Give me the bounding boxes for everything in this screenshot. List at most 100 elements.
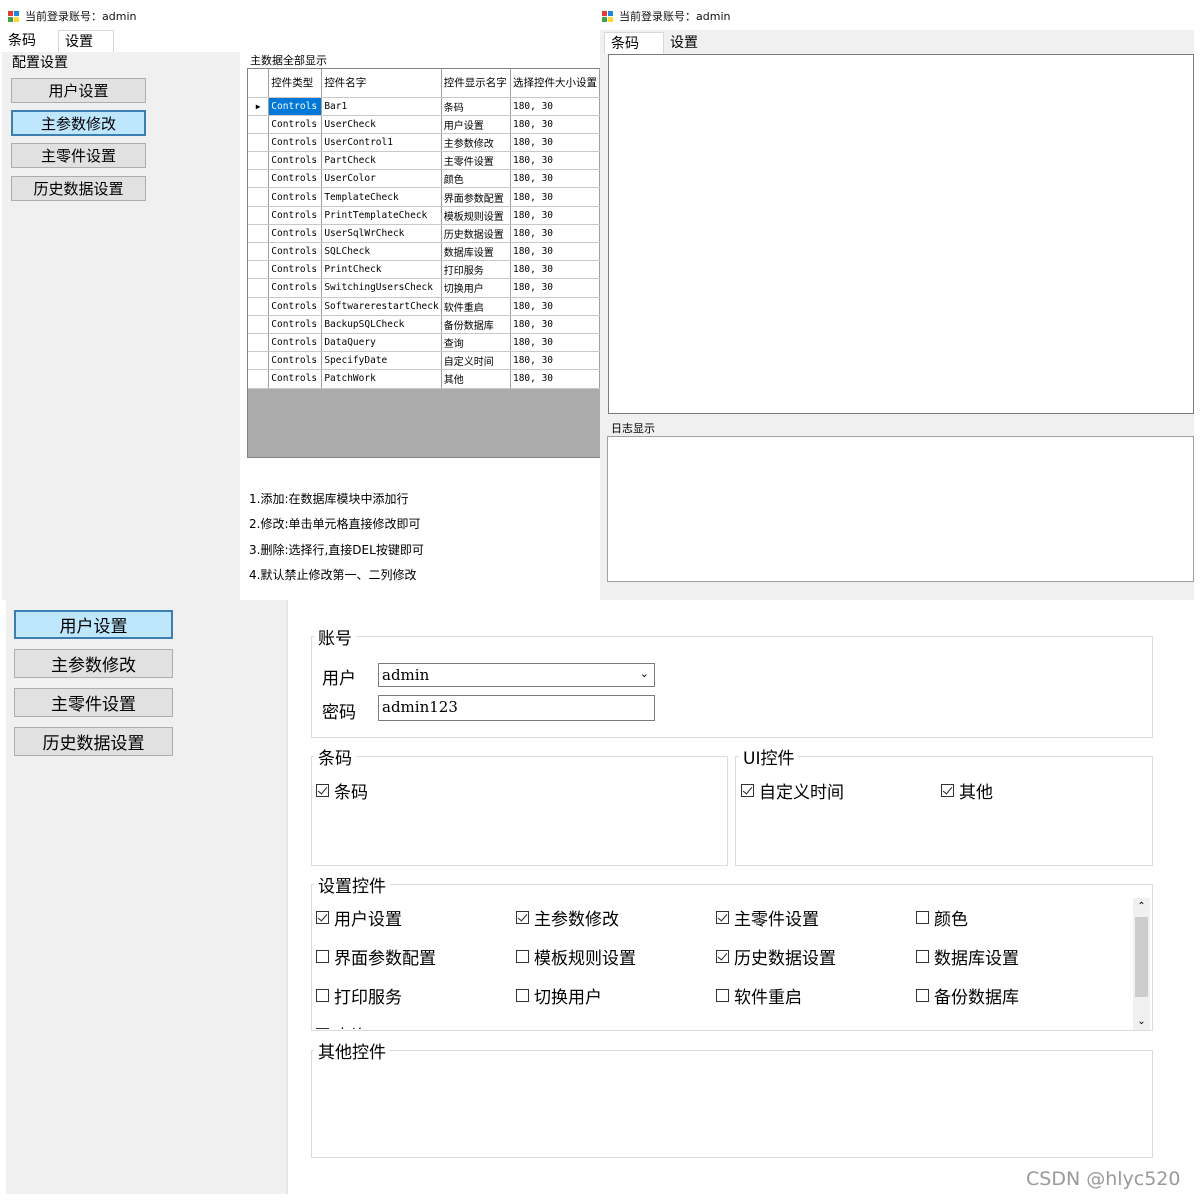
password-field[interactable]: admin123 bbox=[378, 695, 655, 721]
grid-header-type[interactable]: 控件类型 bbox=[268, 69, 323, 98]
tab-barcode[interactable]: 条码 bbox=[2, 30, 42, 52]
checkbox-icon[interactable] bbox=[916, 989, 929, 1002]
table-row[interactable]: Controls DataQuery 查询 180, 30 bbox=[248, 333, 600, 353]
cell-display[interactable]: 颜色 bbox=[441, 169, 511, 189]
cell-display[interactable]: 备份数据库 bbox=[441, 315, 511, 334]
user-settings-button[interactable]: 用户设置 bbox=[11, 78, 146, 103]
row-header[interactable] bbox=[248, 278, 270, 298]
checkbox-icon[interactable] bbox=[316, 950, 329, 963]
checkbox-barcode[interactable]: 条码 bbox=[316, 778, 368, 803]
settings-checkbox[interactable]: 颜色 bbox=[916, 905, 968, 930]
settings-scrollbar[interactable]: ⌃ ⌄ bbox=[1133, 898, 1150, 1030]
cell-display[interactable]: 其他 bbox=[441, 369, 511, 389]
cell-size[interactable]: 180, 30 bbox=[510, 151, 600, 171]
cell-size[interactable]: 180, 30 bbox=[510, 278, 600, 298]
cell-size[interactable]: 180, 30 bbox=[510, 187, 600, 207]
row-header[interactable] bbox=[248, 169, 270, 189]
cell-name[interactable]: UserSqlWrCheck bbox=[321, 224, 442, 244]
cell-name[interactable]: TemplateCheck bbox=[321, 187, 442, 207]
cell-name[interactable]: SQLCheck bbox=[321, 242, 442, 262]
settings-checkbox[interactable]: 历史数据设置 bbox=[716, 944, 836, 969]
row-header[interactable] bbox=[248, 369, 270, 389]
settings-checkbox[interactable]: 备份数据库 bbox=[916, 983, 1019, 1008]
table-row[interactable]: Controls SwitchingUsersCheck 切换用户 180, 30 bbox=[248, 278, 600, 298]
cell-type[interactable]: Controls bbox=[268, 151, 323, 171]
cell-type[interactable]: Controls bbox=[268, 351, 323, 371]
cell-type[interactable]: Controls bbox=[268, 97, 323, 116]
cell-display[interactable]: 主参数修改 bbox=[441, 133, 511, 153]
table-row[interactable]: Controls PrintTemplateCheck 模板规则设置 180, 30 bbox=[248, 206, 600, 225]
checkbox-custom-time[interactable]: 自定义时间 bbox=[741, 778, 844, 803]
current-row-arrow-icon[interactable]: ▶ bbox=[248, 97, 270, 116]
table-row[interactable]: ▶ Controls Bar1 条码 180, 30 bbox=[248, 97, 600, 116]
settings-checkbox[interactable]: 数据库设置 bbox=[916, 944, 1019, 969]
grid-header-display[interactable]: 控件显示名字 bbox=[441, 69, 511, 98]
cell-type[interactable]: Controls bbox=[268, 206, 323, 225]
master-data-grid[interactable]: 控件类型 控件名字 控件显示名字 选择控件大小设置 ▶ Controls Bar1 条… bbox=[247, 68, 601, 458]
cell-size[interactable]: 180, 30 bbox=[510, 97, 600, 116]
cell-name[interactable]: SpecifyDate bbox=[321, 351, 442, 371]
cell-size[interactable]: 180, 30 bbox=[510, 260, 600, 280]
checkbox-icon[interactable] bbox=[716, 989, 729, 1002]
cell-size[interactable]: 180, 30 bbox=[510, 224, 600, 244]
row-header[interactable] bbox=[248, 351, 270, 371]
row-header[interactable] bbox=[248, 224, 270, 244]
table-row[interactable]: Controls UserSqlWrCheck 历史数据设置 180, 30 bbox=[248, 224, 600, 244]
table-row[interactable]: Controls UserControl1 主参数修改 180, 30 bbox=[248, 133, 600, 153]
main-part-button[interactable]: 主零件设置 bbox=[14, 688, 173, 717]
table-row[interactable]: Controls UserColor 颜色 180, 30 bbox=[248, 169, 600, 189]
checkbox-icon[interactable] bbox=[716, 911, 729, 924]
checkbox-icon[interactable] bbox=[516, 989, 529, 1002]
cell-name[interactable]: UserControl1 bbox=[321, 133, 442, 153]
grid-header-size[interactable]: 选择控件大小设置 bbox=[510, 69, 600, 98]
row-header[interactable] bbox=[248, 242, 270, 262]
history-data-button[interactable]: 历史数据设置 bbox=[14, 727, 173, 756]
cell-name[interactable]: UserCheck bbox=[321, 115, 442, 134]
cell-name[interactable]: UserColor bbox=[321, 169, 442, 189]
cell-type[interactable]: Controls bbox=[268, 115, 323, 134]
cell-name[interactable]: SoftwarerestartCheck bbox=[321, 297, 442, 316]
cell-size[interactable]: 180, 30 bbox=[510, 369, 600, 389]
checkbox-icon[interactable] bbox=[316, 784, 329, 797]
history-data-button[interactable]: 历史数据设置 bbox=[11, 176, 146, 201]
cell-type[interactable]: Controls bbox=[268, 297, 323, 316]
splitter[interactable] bbox=[286, 600, 288, 1194]
checkbox-icon[interactable] bbox=[941, 784, 954, 797]
checkbox-icon[interactable] bbox=[316, 989, 329, 1002]
cell-size[interactable]: 180, 30 bbox=[510, 315, 600, 334]
tab-settings[interactable]: 设置 bbox=[58, 30, 114, 52]
checkbox-icon[interactable] bbox=[916, 950, 929, 963]
cell-type[interactable]: Controls bbox=[268, 187, 323, 207]
cell-type[interactable]: Controls bbox=[268, 333, 323, 353]
cell-name[interactable]: PrintCheck bbox=[321, 260, 442, 280]
cell-size[interactable]: 180, 30 bbox=[510, 169, 600, 189]
row-header[interactable] bbox=[248, 133, 270, 153]
cell-display[interactable]: 数据库设置 bbox=[441, 242, 511, 262]
row-header[interactable] bbox=[248, 115, 270, 134]
checkbox-icon[interactable] bbox=[316, 911, 329, 924]
table-row[interactable]: Controls PatchWork 其他 180, 30 bbox=[248, 369, 600, 389]
cell-display[interactable]: 历史数据设置 bbox=[441, 224, 511, 244]
table-row[interactable]: Controls SoftwarerestartCheck 软件重启 180, 30 bbox=[248, 297, 600, 316]
settings-checkbox[interactable]: 主零件设置 bbox=[716, 905, 819, 930]
cell-name[interactable]: BackupSQLCheck bbox=[321, 315, 442, 334]
row-header[interactable] bbox=[248, 187, 270, 207]
cell-size[interactable]: 180, 30 bbox=[510, 115, 600, 134]
settings-checkbox[interactable]: 界面参数配置 bbox=[316, 944, 436, 969]
row-header[interactable] bbox=[248, 151, 270, 171]
cell-name[interactable]: PartCheck bbox=[321, 151, 442, 171]
cell-name[interactable]: Bar1 bbox=[321, 97, 442, 116]
row-header[interactable] bbox=[248, 333, 270, 353]
scrollbar-thumb[interactable] bbox=[1135, 917, 1148, 997]
main-param-button[interactable]: 主参数修改 bbox=[14, 649, 173, 678]
cell-size[interactable]: 180, 30 bbox=[510, 133, 600, 153]
cell-display[interactable]: 用户设置 bbox=[441, 115, 511, 134]
cell-display[interactable]: 查询 bbox=[441, 333, 511, 353]
tab-barcode[interactable]: 条码 bbox=[604, 32, 664, 54]
tab-settings[interactable]: 设置 bbox=[664, 32, 720, 54]
cell-display[interactable]: 模板规则设置 bbox=[441, 206, 511, 225]
cell-name[interactable]: PrintTemplateCheck bbox=[321, 206, 442, 225]
table-row[interactable]: Controls SQLCheck 数据库设置 180, 30 bbox=[248, 242, 600, 262]
user-settings-button[interactable]: 用户设置 bbox=[14, 610, 173, 639]
cell-display[interactable]: 软件重启 bbox=[441, 297, 511, 316]
